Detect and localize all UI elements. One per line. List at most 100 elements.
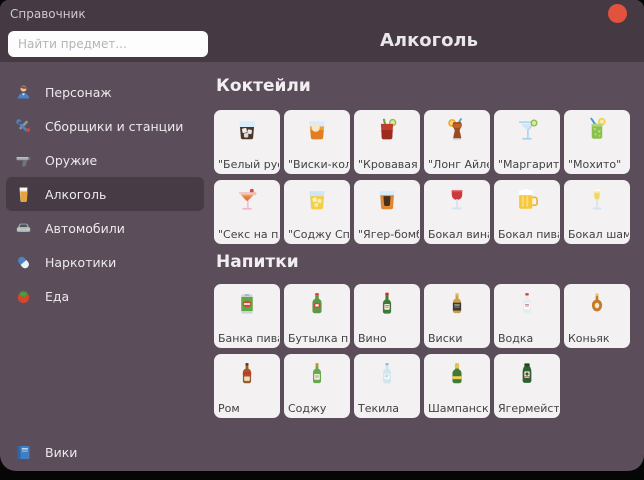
item-card[interactable]: Текила: [354, 354, 420, 418]
soju-bottle-icon: [284, 360, 350, 388]
item-label: "Ягер-бомба": [358, 228, 419, 241]
item-card[interactable]: Бокал вина: [424, 180, 490, 244]
item-card[interactable]: Шампанское: [424, 354, 490, 418]
tomato-icon: [15, 288, 32, 305]
item-label: Бокал вина: [428, 228, 489, 241]
beer-mug-icon: [494, 186, 560, 214]
item-card[interactable]: Виски: [424, 284, 490, 348]
item-card[interactable]: "Мохито": [564, 110, 630, 174]
item-label: Коньяк: [568, 332, 629, 345]
item-label: "Соджу Спрайт": [288, 228, 349, 241]
item-label: Бокал шампанского: [568, 228, 629, 241]
item-label: "Белый русский": [218, 158, 279, 171]
whiskey-bottle-icon: [424, 290, 490, 318]
main-area: Персонаж Сборщики и станции Оружие Алкоголь…: [0, 62, 644, 471]
item-label: Бокал пива: [498, 228, 559, 241]
item-label: "Кровавая Мэри": [358, 158, 419, 171]
item-card[interactable]: Коньяк: [564, 284, 630, 348]
wine-bottle-icon: [354, 290, 420, 318]
sidebar-item[interactable]: Наркотики: [6, 245, 204, 279]
item-label: Шампанское: [428, 402, 489, 415]
sidebar-item-label: Вики: [45, 445, 77, 460]
item-card[interactable]: Водка: [494, 284, 560, 348]
sidebar-item[interactable]: Еда: [6, 279, 204, 313]
beer-can-icon: [214, 290, 280, 318]
item-card[interactable]: Соджу: [284, 354, 350, 418]
mojito-icon: [564, 116, 630, 144]
item-card[interactable]: Банка пива: [214, 284, 280, 348]
person-icon: [15, 84, 32, 101]
item-card[interactable]: "Кровавая Мэри": [354, 110, 420, 174]
long-island-icon: [424, 116, 490, 144]
sidebar-nav: Персонаж Сборщики и станции Оружие Алкоголь…: [0, 75, 210, 313]
item-label: "Секс на пляже": [218, 228, 279, 241]
champagne-bottle-icon: [424, 360, 490, 388]
item-label: "Лонг Айленд": [428, 158, 489, 171]
section-title: Напитки: [216, 252, 630, 272]
item-card[interactable]: "Маргарита": [494, 110, 560, 174]
sidebar-item[interactable]: Алкоголь: [6, 177, 204, 211]
jager-bomb-icon: [354, 186, 420, 214]
item-label: Текила: [358, 402, 419, 415]
app-title: Справочник: [10, 7, 86, 21]
beer-bottle-icon: [284, 290, 350, 318]
sex-on-the-beach-icon: [214, 186, 280, 214]
sidebar-item-label: Автомобили: [45, 221, 125, 236]
sidebar-item-label: Оружие: [45, 153, 97, 168]
beer-icon: [15, 186, 32, 203]
jagermeister-bottle-icon: [494, 360, 560, 388]
item-label: Банка пива: [218, 332, 279, 345]
gun-icon: [15, 152, 32, 169]
item-card[interactable]: Бутылка пива: [284, 284, 350, 348]
item-label: Бутылка пива: [288, 332, 349, 345]
cognac-bottle-icon: [564, 290, 630, 318]
sidebar-item-label: Сборщики и станции: [45, 119, 183, 134]
item-label: "Маргарита": [498, 158, 559, 171]
white-russian-icon: [214, 116, 280, 144]
item-card[interactable]: Ром: [214, 354, 280, 418]
sidebar-item[interactable]: Персонаж: [6, 75, 204, 109]
search-input[interactable]: [8, 31, 208, 57]
item-card[interactable]: Вино: [354, 284, 420, 348]
soju-sprite-icon: [284, 186, 350, 214]
section-title: Коктейли: [216, 76, 630, 96]
item-card[interactable]: "Виски-кола": [284, 110, 350, 174]
item-label: Ром: [218, 402, 279, 415]
pill-icon: [15, 254, 32, 271]
item-grid: "Белый русский" "Виски-кола" "Кровавая Мэр…: [214, 110, 630, 244]
item-card[interactable]: Бокал шампанского: [564, 180, 630, 244]
page-title: Алкоголь: [214, 30, 644, 51]
sidebar-item-wiki[interactable]: Вики: [6, 435, 204, 469]
vodka-bottle-icon: [494, 290, 560, 318]
content-panel: Коктейли "Белый русский" "Виски-кола" "Кров…: [210, 62, 644, 471]
sidebar-item-label: Алкоголь: [45, 187, 106, 202]
rum-bottle-icon: [214, 360, 280, 388]
item-card[interactable]: Бокал пива: [494, 180, 560, 244]
reference-window: Справочник Алкоголь Персонаж Сборщики и с…: [0, 0, 644, 471]
item-card[interactable]: "Лонг Айленд": [424, 110, 490, 174]
item-label: Вино: [358, 332, 419, 345]
sidebar-item[interactable]: Сборщики и станции: [6, 109, 204, 143]
sidebar-item-label: Персонаж: [45, 85, 112, 100]
champagne-glass-icon: [564, 186, 630, 214]
item-card[interactable]: "Соджу Спрайт": [284, 180, 350, 244]
tools-icon: [15, 118, 32, 135]
car-icon: [15, 220, 32, 237]
wine-glass-icon: [424, 186, 490, 214]
item-card[interactable]: Ягермейстер: [494, 354, 560, 418]
close-button[interactable]: [608, 4, 627, 23]
sidebar: Персонаж Сборщики и станции Оружие Алкоголь…: [0, 62, 210, 471]
item-grid: Банка пива Бутылка пива Вино ВискиВодка Конь…: [214, 284, 630, 418]
bloody-mary-icon: [354, 116, 420, 144]
sidebar-spacer: [0, 313, 210, 435]
item-card[interactable]: "Секс на пляже": [214, 180, 280, 244]
item-card[interactable]: "Ягер-бомба": [354, 180, 420, 244]
whiskey-cola-icon: [284, 116, 350, 144]
sidebar-item[interactable]: Оружие: [6, 143, 204, 177]
item-card[interactable]: "Белый русский": [214, 110, 280, 174]
header-bar: Справочник Алкоголь: [0, 0, 644, 62]
item-label: "Мохито": [568, 158, 629, 171]
sidebar-item[interactable]: Автомобили: [6, 211, 204, 245]
tequila-bottle-icon: [354, 360, 420, 388]
sidebar-item-label: Наркотики: [45, 255, 116, 270]
